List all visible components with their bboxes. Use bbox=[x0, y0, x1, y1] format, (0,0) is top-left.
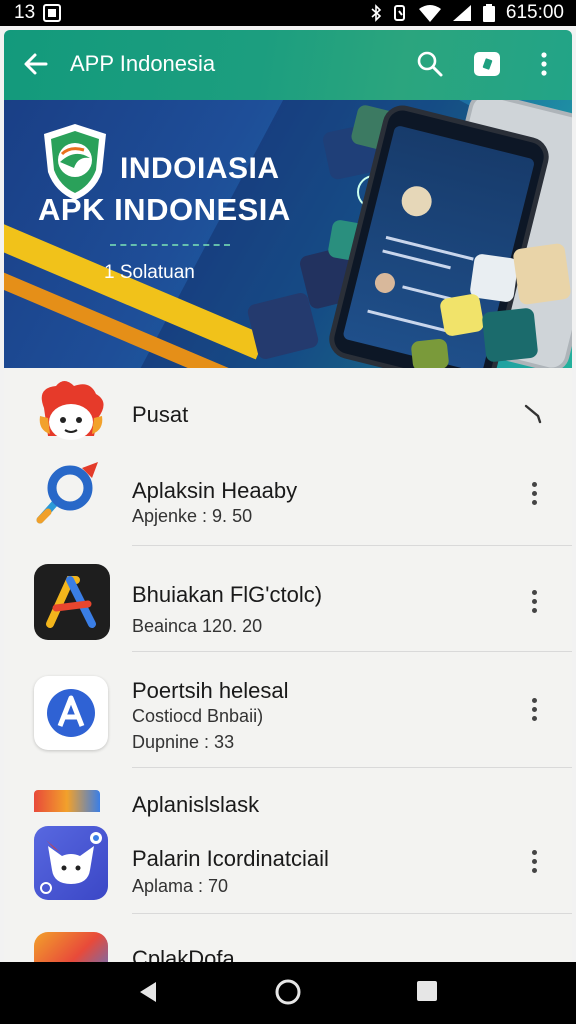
promo-banner[interactable]: INDOIASIA APK INDONESIA 1 Solatuan bbox=[4, 100, 572, 368]
badge-icon[interactable] bbox=[474, 52, 500, 76]
app-name: Poertsih helesal bbox=[132, 678, 289, 703]
signal-icon bbox=[452, 5, 471, 21]
app-name: Aplanislslask bbox=[132, 792, 260, 817]
app-name: Pusat bbox=[132, 402, 189, 427]
more-vert-icon[interactable] bbox=[527, 850, 541, 877]
home-nav-icon[interactable] bbox=[274, 978, 302, 1006]
cat-app-icon bbox=[34, 826, 108, 900]
letter-a-blue-app-icon bbox=[34, 676, 108, 750]
status-left-text: 13 bbox=[14, 2, 36, 23]
app-bar-title: APP Indonesia bbox=[70, 51, 216, 76]
app-name: CplakDofa bbox=[132, 946, 235, 962]
banner-heading-1: INDOIASIA bbox=[120, 152, 280, 185]
mascot-app-icon bbox=[39, 381, 104, 440]
recents-nav-icon[interactable] bbox=[416, 980, 438, 1002]
list-item[interactable]: Aplaksin Heaaby Apjenke : 9. 50 bbox=[4, 448, 572, 546]
app-subtitle: Aplama : 70 bbox=[132, 876, 229, 896]
bluetooth-icon bbox=[371, 4, 382, 22]
list-item[interactable]: Pusat bbox=[4, 368, 572, 448]
magnifier-app-icon bbox=[36, 462, 98, 524]
more-vert-icon[interactable] bbox=[537, 50, 551, 78]
more-vert-icon[interactable] bbox=[527, 698, 541, 725]
app-name: Bhuiakan FlG'ctolc) bbox=[132, 582, 323, 607]
app-subtitle: Beainca 120. 20 bbox=[132, 616, 263, 636]
back-nav-icon[interactable] bbox=[136, 980, 160, 1004]
back-arrow-icon[interactable] bbox=[22, 50, 50, 78]
shield-logo-icon bbox=[44, 124, 106, 200]
app-detail: Dupnine : 33 bbox=[132, 732, 235, 752]
vibrate-icon bbox=[393, 5, 405, 21]
navigation-bar bbox=[0, 962, 576, 1024]
floating-app-tile bbox=[481, 307, 539, 363]
battery-icon bbox=[482, 4, 495, 22]
letter-a-dark-app-icon bbox=[34, 564, 110, 640]
app-subtitle: Apjenke : 9. 50 bbox=[132, 506, 253, 526]
app-bar: APP Indonesia bbox=[4, 30, 572, 100]
status-bar: 13 615:00 bbox=[0, 0, 576, 26]
list-item[interactable]: CplakDofa bbox=[4, 914, 572, 962]
wifi-icon bbox=[418, 5, 441, 22]
floating-app-tile bbox=[410, 338, 450, 368]
search-icon[interactable] bbox=[416, 50, 444, 78]
banner-heading-2: APK INDONESIA bbox=[38, 192, 291, 227]
app-subtitle: Costiocd Bnbaii) bbox=[132, 706, 264, 726]
list-item[interactable]: Aplanislslask Palarin Icordinatciail Apl… bbox=[4, 768, 572, 914]
folder-app-icon bbox=[34, 790, 100, 812]
floating-app-tile bbox=[439, 292, 485, 338]
app-name: Palarin Icordinatciail bbox=[132, 846, 329, 871]
app-name: Aplaksin Heaaby bbox=[132, 478, 298, 503]
status-time: 615:00 bbox=[505, 2, 564, 23]
app-window: APP Indonesia INDOIASIA APK INDONESIA 1 … bbox=[4, 30, 572, 962]
list-item[interactable]: Poertsih helesal Costiocd Bnbaii) Dupnin… bbox=[4, 652, 572, 768]
notification-icon bbox=[43, 4, 62, 22]
banner-tagline: 1 Solatuan bbox=[104, 262, 195, 283]
more-vert-icon[interactable] bbox=[527, 590, 541, 617]
floating-app-tile bbox=[512, 242, 572, 306]
more-vert-icon[interactable] bbox=[527, 482, 541, 509]
list-item[interactable]: Bhuiakan FlG'ctolc) Beainca 120. 20 bbox=[4, 546, 572, 652]
chevron-icon[interactable] bbox=[522, 402, 544, 424]
maps-app-icon bbox=[34, 932, 108, 962]
